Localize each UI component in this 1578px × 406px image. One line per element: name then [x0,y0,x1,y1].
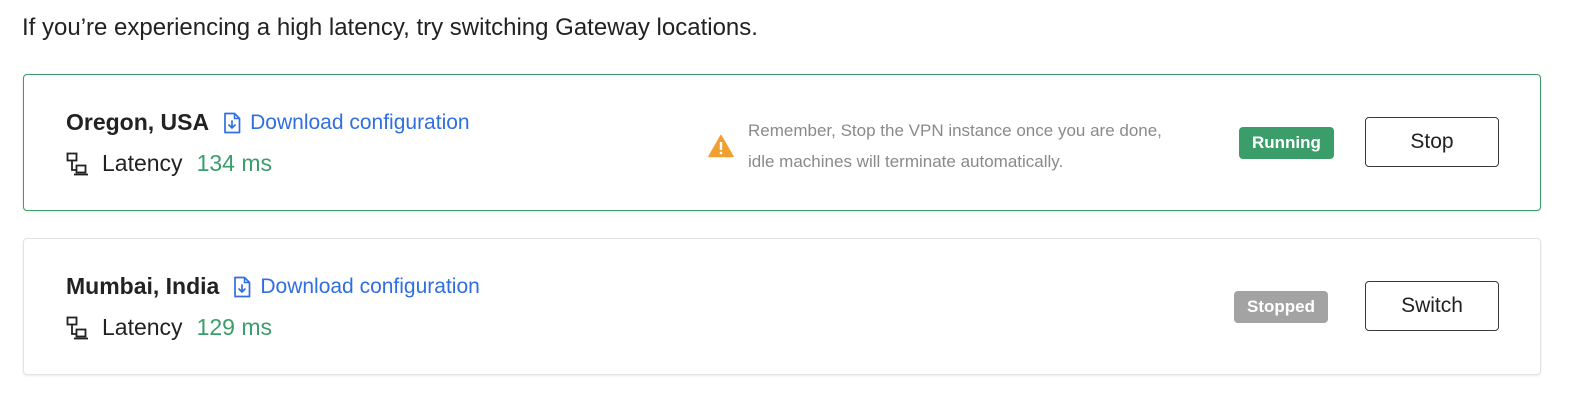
network-icon [66,152,88,175]
warning-text: Remember, Stop the VPN instance once you… [748,115,1162,177]
gateway-card-mumbai: Mumbai, India Download configuration Lat… [23,238,1541,375]
intro-text: If you’re experiencing a high latency, t… [22,14,758,41]
warning-triangle-icon [708,134,734,158]
gateway-card-oregon: Oregon, USA Download configuration Laten… [23,74,1541,211]
latency-row: Latency 134 ms [66,150,272,177]
latency-label: Latency [102,150,183,176]
download-configuration-label: Download configuration [250,110,470,134]
location-name: Oregon, USA [66,109,210,135]
download-configuration-label: Download configuration [260,274,480,298]
location-row: Mumbai, India Download configuration [66,273,480,300]
warning-line-2: idle machines will terminate automatical… [748,152,1064,171]
file-download-icon [234,276,251,297]
status-badge: Running [1239,127,1334,159]
latency-row: Latency 129 ms [66,314,272,341]
stop-button[interactable]: Stop [1365,117,1499,167]
warning-line-1: Remember, Stop the VPN instance once you… [748,121,1162,140]
download-configuration-link[interactable]: Download configuration [233,274,480,299]
status-badge: Stopped [1234,291,1328,323]
latency-value: 134 ms [196,150,272,176]
latency-label: Latency [102,314,183,340]
file-download-icon [224,112,241,133]
stop-reminder: Remember, Stop the VPN instance once you… [708,115,1162,177]
location-name: Mumbai, India [66,273,220,299]
download-configuration-link[interactable]: Download configuration [223,110,470,135]
latency-value: 129 ms [196,314,272,340]
location-row: Oregon, USA Download configuration [66,109,470,136]
switch-button[interactable]: Switch [1365,281,1499,331]
network-icon [66,316,88,339]
